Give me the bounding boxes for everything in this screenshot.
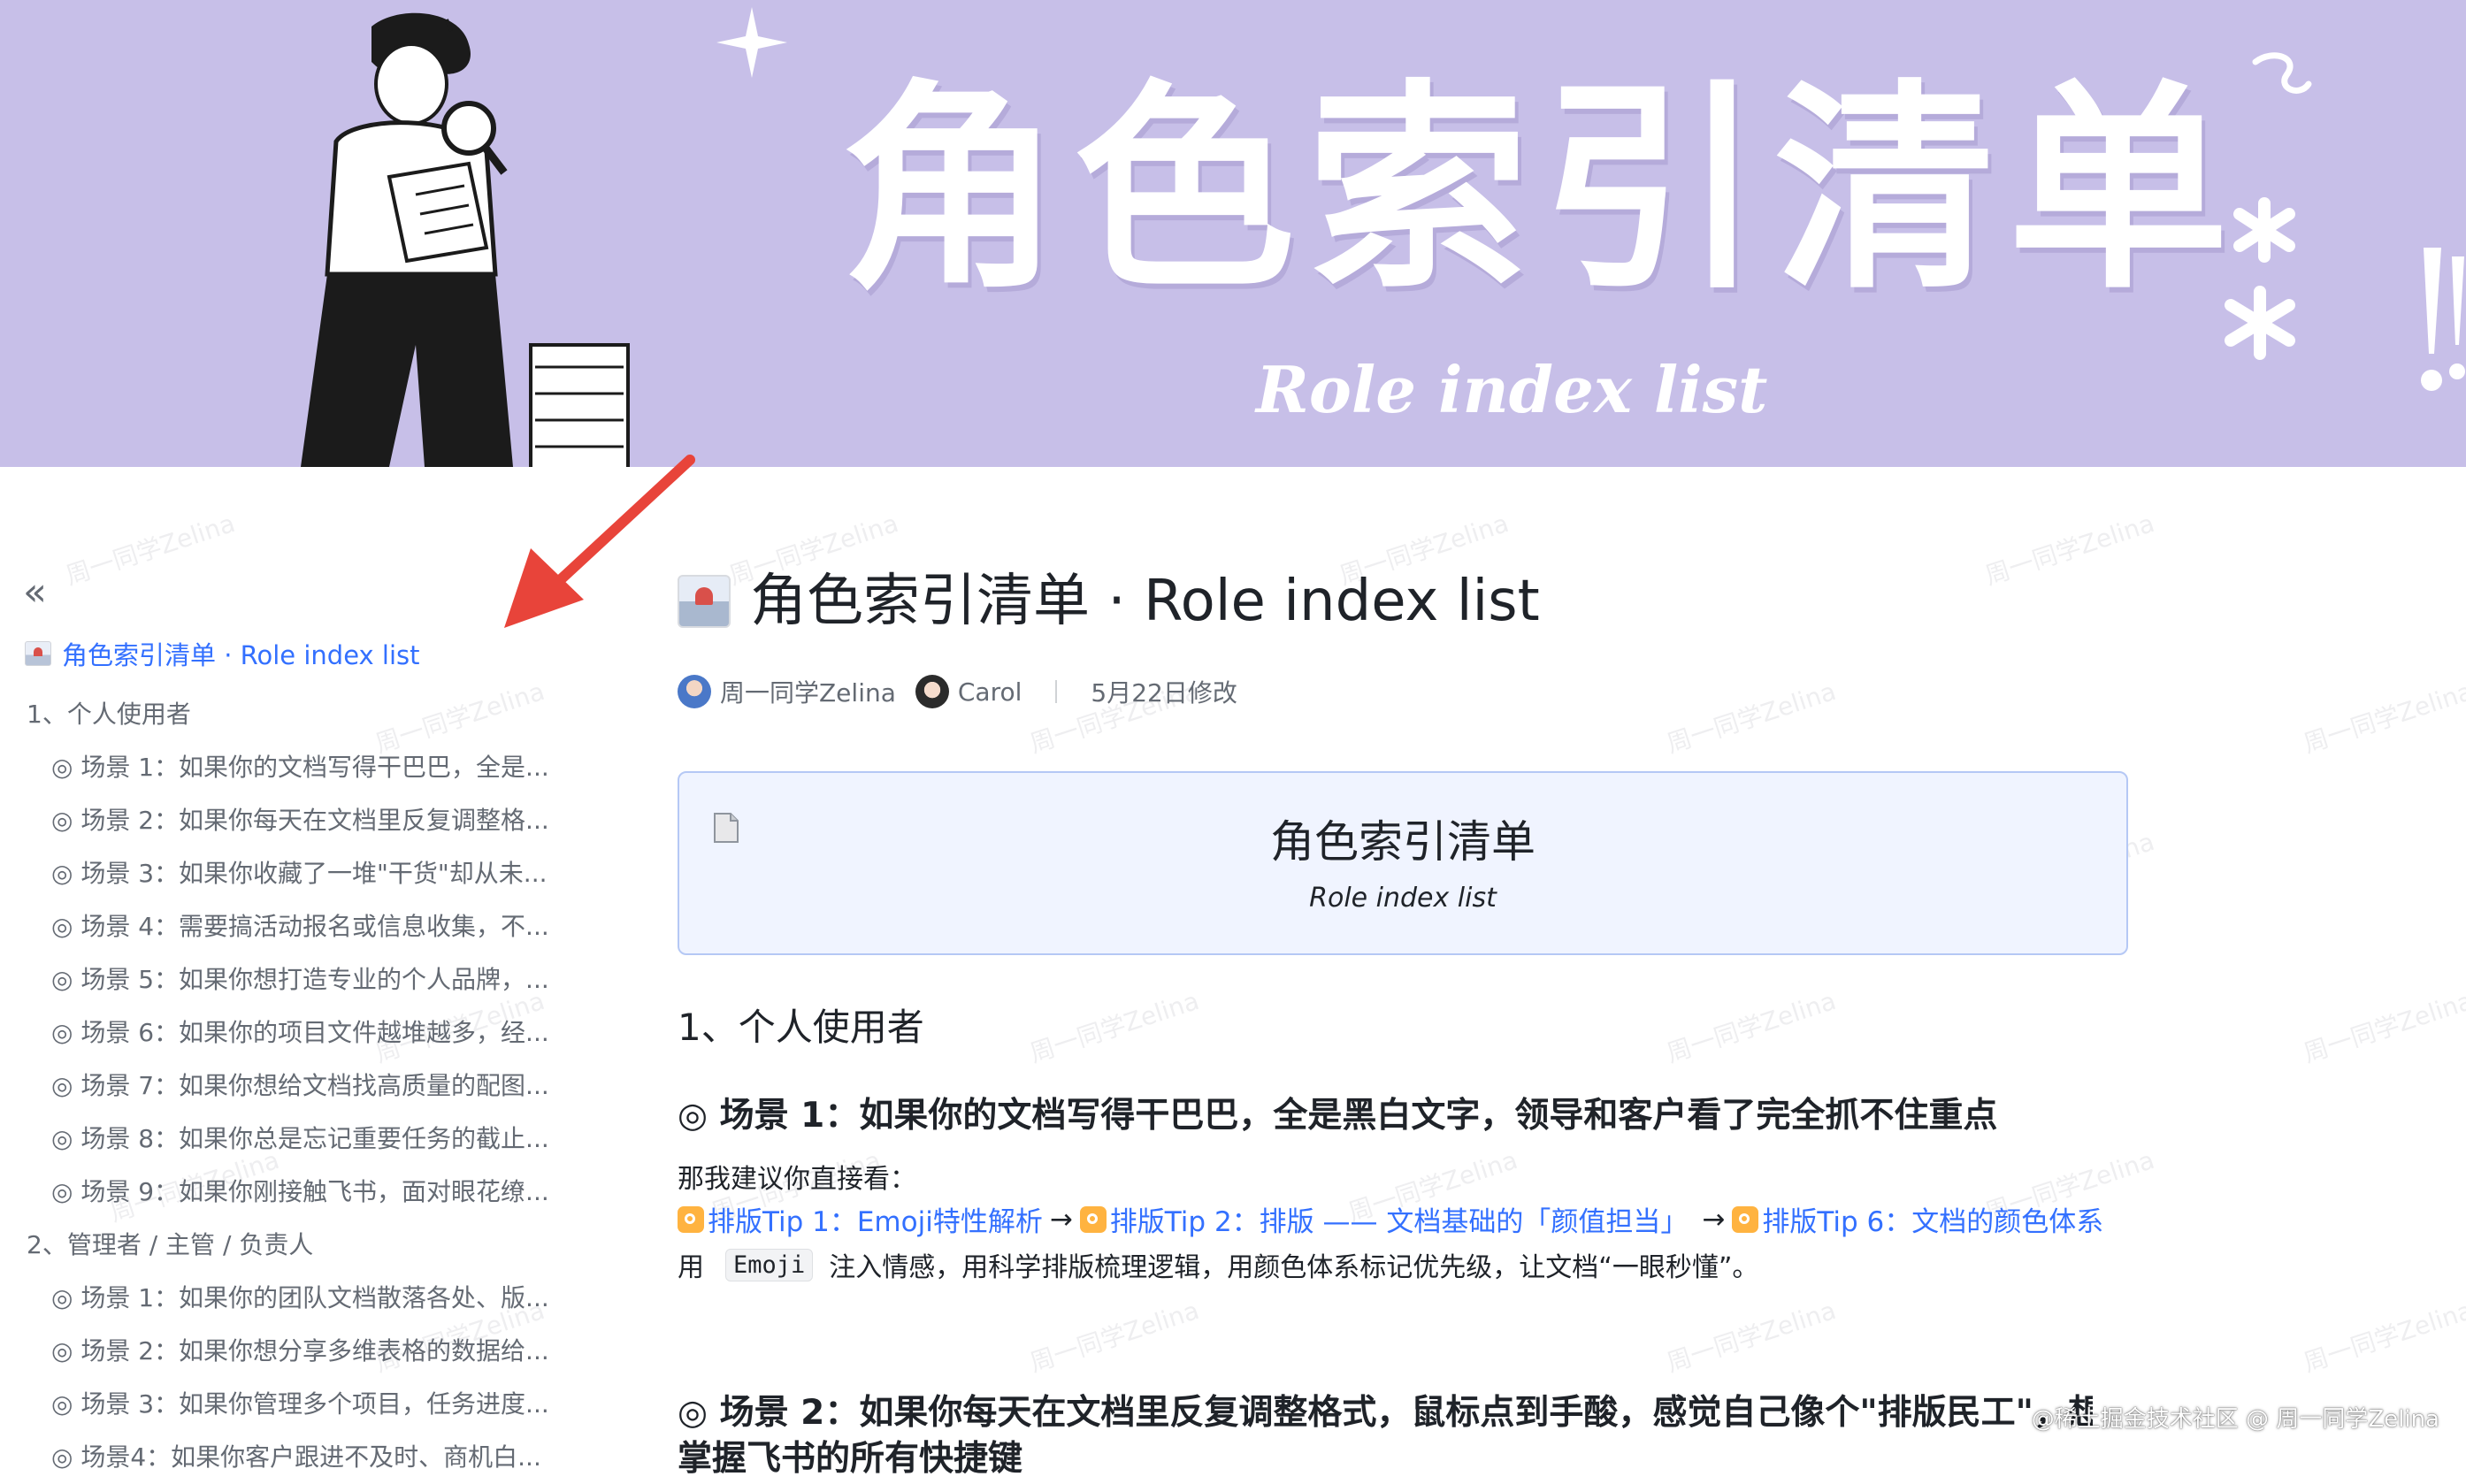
outline-scene-item[interactable]: ◎ 场景 1：如果你的团队文档散落各处、版... — [0, 1272, 555, 1325]
outline-scene-item[interactable]: ◎ 场景 5：如果你想打造专业的个人品牌，... — [0, 953, 555, 1006]
outline-doc-title[interactable]: 角色索引清单 · Role index list — [25, 635, 420, 672]
avatar[interactable] — [678, 675, 711, 708]
outline-scene-item[interactable]: ◎ 场景 3：如果你收藏了一堆"干货"却从未... — [0, 847, 555, 900]
exclamation-doodle-icon — [2421, 248, 2465, 391]
body-text: 注入情感，用科学排版梳理逻辑，用颜色体系标记优先级，让文档“一眼秒懂”。 — [829, 1252, 1759, 1283]
scene-heading: ◎ 场景 2：如果你每天在文档里反复调整格式，鼠标点到手酸，感觉自己像个"排版民… — [678, 1393, 2093, 1433]
sparkle-icon — [716, 7, 787, 78]
watermark: 周一同学Zelina — [1663, 986, 1840, 1068]
modified-time: 5月22日修改 — [1091, 678, 1237, 708]
watermark: 周一同学Zelina — [2300, 677, 2466, 759]
watermark: 周一同学Zelina — [1981, 509, 2158, 591]
scene-intro: 那我建议你直接看： — [678, 1164, 916, 1195]
doc-title: 角色索引清单 · Role index list — [678, 566, 1540, 637]
doc-cover-icon — [25, 641, 51, 666]
doc-link-icon — [678, 1205, 704, 1233]
outline-scene-item[interactable]: ◎ 场景 7：如果你想给文档找高质量的配图... — [0, 1059, 555, 1113]
swirl-doodle-icon — [2252, 52, 2312, 94]
asterisk-doodle-icon — [2225, 197, 2295, 360]
body-text: 用 — [678, 1252, 704, 1283]
banner-subtitle: Role index list — [1256, 352, 1768, 427]
doc-link[interactable]: 排版Tip 6：文档的颜色体系 — [1732, 1199, 2103, 1239]
section-heading: 1、个人使用者 — [678, 1006, 924, 1049]
author-name[interactable]: 周一同学Zelina — [720, 674, 896, 709]
callout-title: 角色索引清单 — [1270, 816, 1536, 868]
annotation-arrow — [504, 455, 695, 628]
doc-link[interactable]: 排版Tip 1：Emoji特性解析 — [678, 1199, 1043, 1239]
watermark: 周一同学Zelina — [62, 509, 239, 591]
doc-icon[interactable] — [678, 575, 731, 628]
outline-list: 1、个人使用者 ◎ 场景 1：如果你的文档写得干巴巴，全是... ◎ 场景 2：如果… — [0, 688, 584, 1484]
outline-scene-item[interactable]: ◎ 场景 9：如果你刚接触飞书，面对眼花缭... — [0, 1166, 555, 1219]
watermark: 周一同学Zelina — [1663, 1296, 1840, 1378]
watermark: 周一同学Zelina — [1026, 1296, 1203, 1378]
author-name[interactable]: Carol — [958, 677, 1022, 707]
watermark: 周一同学Zelina — [2300, 986, 2466, 1068]
scene-heading-continued: 掌握飞书的所有快捷键 — [678, 1439, 1023, 1479]
outline-section-item[interactable]: 2、管理者 / 主管 / 负责人 — [0, 1219, 584, 1272]
watermark: 周一同学Zelina — [2300, 1296, 2466, 1378]
arrow-symbol: → — [1702, 1203, 1726, 1235]
outline-scene-item[interactable]: ◎ 场景 2：如果你每天在文档里反复调整格... — [0, 794, 555, 847]
title-callout: 角色索引清单 Role index list — [678, 771, 2128, 955]
outline-doc-title-text: 角色索引清单 · Role index list — [62, 640, 420, 670]
scene-body: 用 Emoji 注入情感，用科学排版梳理逻辑，用颜色体系标记优先级，让文档“一眼… — [678, 1245, 1758, 1284]
source-watermark: @稀土掘金技术社区 @ 周一同学Zelina — [2031, 1406, 2439, 1433]
outline-scene-item[interactable]: ◎ 场景 6：如果你的项目文件越堆越多，经... — [0, 1006, 555, 1059]
outline-scene-item[interactable]: ◎ 场景 4：需要搞活动报名或信息收集，不... — [0, 900, 555, 953]
scene-heading: ◎ 场景 1：如果你的文档写得干巴巴，全是黑白文字，领导和客户看了完全抓不住重点 — [678, 1096, 1998, 1136]
doc-links-row: 排版Tip 1：Emoji特性解析 → 排版Tip 2：排版 —— 文档基础的「… — [678, 1199, 2103, 1239]
outline-scene-item[interactable]: ◎ 场景 2：如果你想分享多维表格的数据给... — [0, 1325, 555, 1378]
double-chevron-left-icon[interactable]: « — [23, 573, 58, 612]
doc-link-icon — [1079, 1205, 1107, 1233]
banner-title: 角色索引清单 — [840, 61, 2241, 318]
arrow-symbol: → — [1049, 1203, 1073, 1235]
callout-subtitle: Role index list — [1309, 883, 1497, 914]
outline-scene-item[interactable]: ◎ 场景 8：如果你总是忘记重要任务的截止... — [0, 1113, 555, 1166]
outline-scene-item[interactable]: ◎ 场景 3：如果你管理多个项目，任务进度... — [0, 1378, 555, 1431]
inline-code: Emoji — [725, 1248, 814, 1281]
outline-scene-item[interactable]: ◎ 场景4：如果你客户跟进不及时、商机白... — [0, 1431, 555, 1484]
doc-meta: 周一同学Zelina Carol 5月22日修改 — [678, 674, 1237, 709]
watermark: 周一同学Zelina — [1663, 677, 1840, 759]
cover-banner: 角色索引清单 Role index list — [0, 0, 2466, 467]
watermark: 周一同学Zelina — [1026, 986, 1203, 1068]
outline-section-item[interactable]: 1、个人使用者 — [0, 688, 584, 741]
doc-link-icon — [1732, 1205, 1759, 1233]
outline-scene-item[interactable]: ◎ 场景 1：如果你的文档写得干巴巴，全是... — [0, 741, 555, 794]
doc-title-text: 角色索引清单 · Role index list — [750, 569, 1540, 634]
avatar[interactable] — [915, 675, 949, 708]
doc-link[interactable]: 排版Tip 2：排版 —— 文档基础的「颜值担当」 — [1079, 1199, 1688, 1239]
reading-person-illustration — [301, 12, 630, 467]
divider — [1055, 680, 1058, 703]
